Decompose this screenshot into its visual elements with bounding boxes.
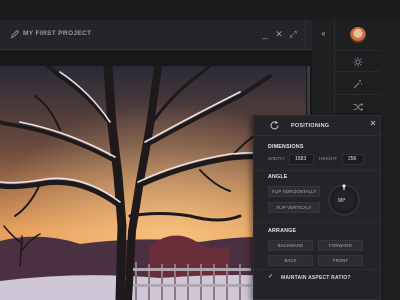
bring-to-front-button[interactable]: FRONT xyxy=(318,255,363,266)
shuffle-icon xyxy=(353,103,363,111)
title-bar: MY FIRST PROJECT _ ✕ ⤢ xyxy=(0,20,312,50)
bring-forward-button[interactable]: FORWARD xyxy=(318,240,363,251)
magic-wand-icon xyxy=(353,80,362,89)
double-chevron-left-icon[interactable]: ‹‹ xyxy=(316,28,330,40)
section-divider xyxy=(254,269,380,270)
positioning-panel: POSITIONING ✕ DIMENSIONS WIDTH 1583 HEIG… xyxy=(253,115,381,300)
adjust-icon xyxy=(353,57,363,67)
height-label: HEIGHT xyxy=(319,157,338,162)
angle-heading: ANGLE xyxy=(268,174,288,180)
dimensions-heading: DIMENSIONS xyxy=(268,144,304,150)
project-title[interactable]: MY FIRST PROJECT xyxy=(23,30,91,37)
flip-horizontally-button[interactable]: FLIP HORIZONTALLY xyxy=(268,186,320,197)
section-divider xyxy=(254,170,380,171)
title-divider xyxy=(305,20,306,50)
aspect-ratio-label[interactable]: MAINTAIN ASPECT RATIO? xyxy=(281,275,351,281)
width-field[interactable]: 1583 xyxy=(289,154,314,165)
rail-item-adjust[interactable] xyxy=(335,50,380,72)
avatar[interactable] xyxy=(350,27,366,43)
width-label: WIDTH xyxy=(268,157,284,162)
section-divider xyxy=(254,222,380,223)
send-backward-button[interactable]: BACKWARD xyxy=(268,240,313,251)
close-icon[interactable]: ✕ xyxy=(273,28,285,40)
angle-value: 90° xyxy=(338,198,346,204)
panel-title: POSITIONING xyxy=(291,123,330,129)
pencil-icon[interactable] xyxy=(10,29,20,39)
flip-vertically-button[interactable]: FLIP VERTICALY xyxy=(268,202,320,213)
arrange-heading: ARRANGE xyxy=(268,228,297,234)
height-field[interactable]: 256 xyxy=(342,154,364,165)
close-icon[interactable]: ✕ xyxy=(368,119,378,129)
rail-item-magic[interactable] xyxy=(335,73,380,95)
send-to-back-button[interactable]: BACK xyxy=(268,255,313,266)
panel-header: POSITIONING ✕ xyxy=(254,116,380,136)
expand-icon[interactable]: ⤢ xyxy=(287,28,299,40)
aspect-ratio-checkbox[interactable]: ✓ xyxy=(268,273,276,281)
minimize-icon[interactable]: _ xyxy=(259,28,271,40)
refresh-icon[interactable] xyxy=(269,120,280,131)
